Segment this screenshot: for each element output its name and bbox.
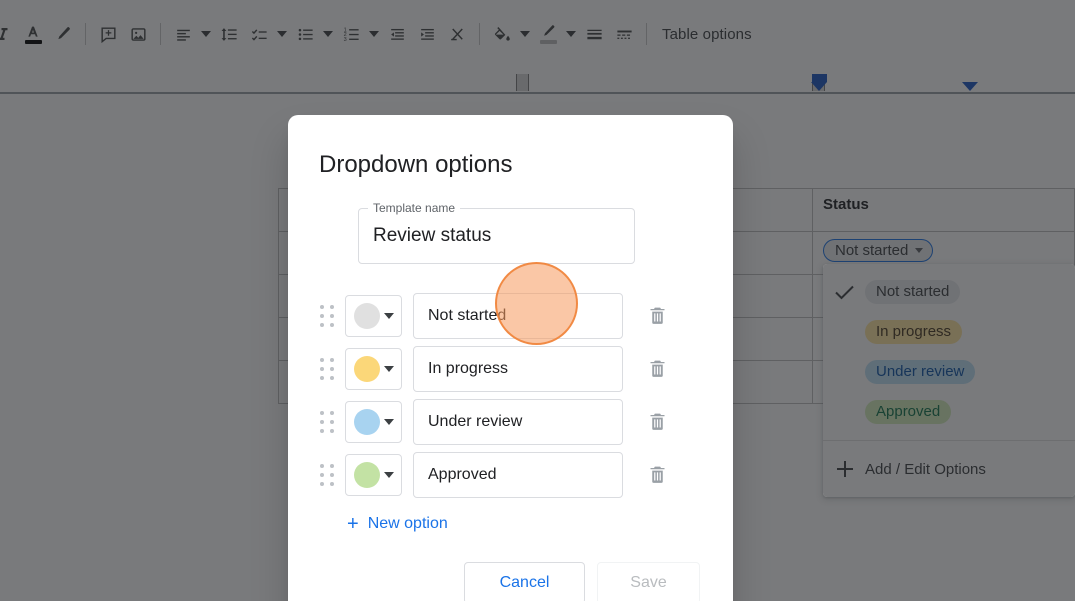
dropdown-chip-in-progress: In progress — [865, 320, 963, 344]
color-swatch — [353, 408, 380, 435]
dropdown-chip-approved: Approved — [865, 400, 952, 424]
template-name-input[interactable] — [373, 208, 623, 264]
dropdown-chip-not-started: Not started — [865, 280, 961, 304]
dropdown-menu-item-not-started[interactable]: Not started — [823, 272, 1075, 312]
option-label-input-approved[interactable] — [413, 451, 623, 498]
dropdown-chip-under-review: Under review — [865, 360, 976, 384]
option-row — [288, 448, 733, 501]
add-edit-options-button[interactable]: Add / Edit Options — [823, 441, 1075, 497]
color-swatch — [353, 355, 380, 382]
drag-handle-icon[interactable] — [314, 304, 340, 327]
dialog-actions: Cancel Save — [288, 541, 733, 601]
delete-option-button-approved[interactable] — [642, 460, 672, 490]
option-label-input-in-progress[interactable] — [413, 345, 623, 392]
save-button[interactable]: Save — [597, 562, 700, 601]
drag-handle-icon[interactable] — [314, 463, 340, 486]
status-dropdown-menu: Not started In progress Under review App… — [823, 264, 1075, 497]
dropdown-menu-item-in-progress[interactable]: In progress — [823, 312, 1075, 352]
option-label-input-not-started[interactable] — [413, 292, 623, 339]
dialog-title: Dropdown options — [319, 151, 513, 178]
chevron-down-icon — [383, 365, 394, 372]
chevron-down-icon — [383, 418, 394, 425]
delete-option-button-in-progress[interactable] — [642, 354, 672, 384]
dropdown-options-dialog: Dropdown options Template name Review st… — [288, 115, 733, 601]
option-color-picker-not-started[interactable] — [345, 294, 402, 337]
option-label-input-under-review[interactable] — [413, 398, 623, 445]
option-row — [288, 395, 733, 448]
chevron-down-icon — [383, 471, 394, 478]
drag-handle-icon[interactable] — [314, 410, 340, 433]
app-root: 123 — [0, 0, 1075, 601]
delete-option-button-not-started[interactable] — [642, 301, 672, 331]
option-color-picker-in-progress[interactable] — [345, 347, 402, 390]
dropdown-menu-item-under-review[interactable]: Under review — [823, 352, 1075, 392]
delete-option-button-under-review[interactable] — [642, 407, 672, 437]
check-icon — [835, 285, 865, 300]
color-swatch — [353, 461, 380, 488]
cancel-button[interactable]: Cancel — [464, 562, 585, 601]
template-name-field[interactable]: Template name — [358, 200, 635, 264]
new-option-label: New option — [367, 515, 448, 532]
plus-icon: + — [347, 513, 359, 535]
option-color-picker-approved[interactable] — [345, 453, 402, 496]
option-row — [288, 342, 733, 395]
chevron-down-icon — [383, 312, 394, 319]
add-edit-options-label: Add / Edit Options — [865, 460, 986, 478]
drag-handle-icon[interactable] — [314, 357, 340, 380]
plus-icon — [835, 459, 865, 479]
option-rows-list — [288, 289, 733, 501]
color-swatch — [353, 302, 380, 329]
option-color-picker-under-review[interactable] — [345, 400, 402, 443]
dropdown-menu-item-approved[interactable]: Approved — [823, 392, 1075, 432]
new-option-button[interactable]: + New option — [347, 513, 448, 535]
option-row — [288, 289, 733, 342]
